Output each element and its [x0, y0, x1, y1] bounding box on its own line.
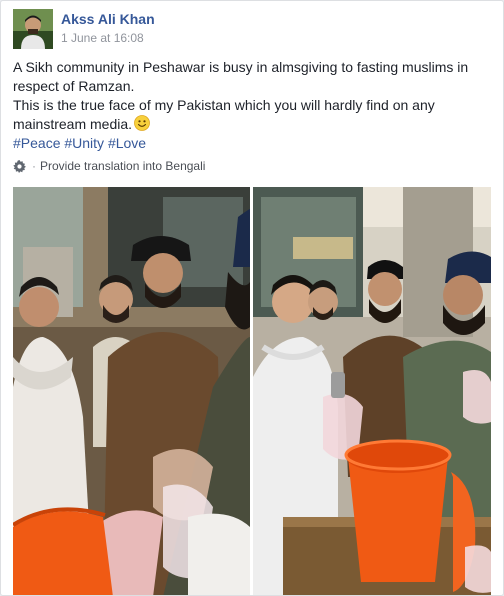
- translation-link[interactable]: · Provide translation into Bengali: [13, 159, 205, 173]
- smiley-face-icon: [134, 115, 150, 131]
- post-text-line-2-text: This is the true face of my Pakistan whi…: [13, 97, 435, 132]
- hashtag-unity-link[interactable]: #Unity: [64, 135, 104, 151]
- post-photo-right[interactable]: [253, 187, 491, 595]
- post-meta: Akss Ali Khan 1 June at 16:08: [61, 9, 155, 46]
- translation-link-label: Provide translation into Bengali: [40, 159, 206, 173]
- post-text-line-1: A Sikh community in Peshawar is busy in …: [13, 59, 469, 94]
- post-timestamp-link[interactable]: 1 June at 16:08: [61, 30, 155, 46]
- hashtag-list: #Peace #Unity #Love: [13, 134, 493, 153]
- hashtag-peace-link[interactable]: #Peace: [13, 135, 60, 151]
- hashtag-love-link[interactable]: #Love: [108, 135, 146, 151]
- separator-dot: ·: [32, 159, 36, 173]
- post-header: Akss Ali Khan 1 June at 16:08: [13, 9, 155, 49]
- gear-icon: [13, 159, 26, 173]
- author-avatar[interactable]: [13, 9, 53, 49]
- post-photo-left[interactable]: [13, 187, 250, 595]
- post-text-line-2: This is the true face of my Pakistan whi…: [13, 96, 493, 134]
- author-name-link[interactable]: Akss Ali Khan: [61, 10, 155, 28]
- post-body: A Sikh community in Peshawar is busy in …: [13, 58, 493, 153]
- feed-post: Akss Ali Khan 1 June at 16:08 A Sikh com…: [0, 0, 504, 596]
